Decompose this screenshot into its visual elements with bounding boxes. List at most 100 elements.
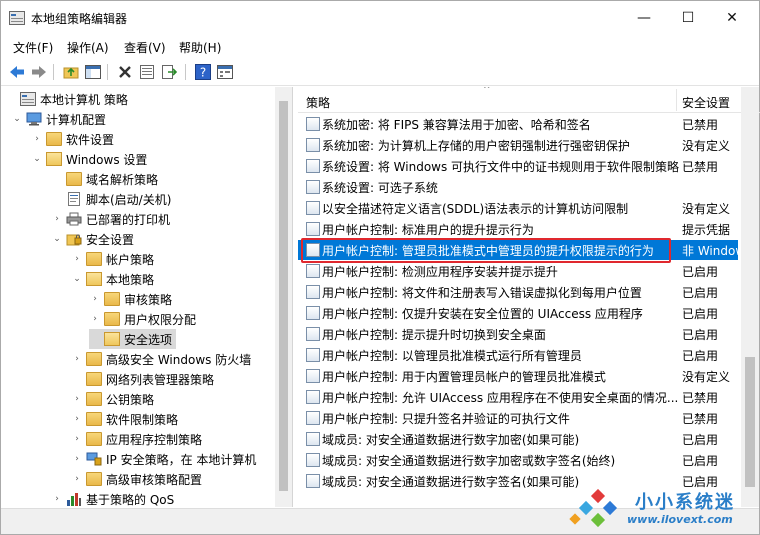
policy-name: 系统加密: 将 FIPS 兼容算法用于加密、哈希和签名 bbox=[322, 117, 591, 132]
table-row[interactable]: 系统设置: 将 Windows 可执行文件中的证书规则用于软件限制策略 已禁用 bbox=[298, 156, 738, 176]
back-icon[interactable] bbox=[7, 62, 27, 82]
policy-item-icon bbox=[306, 348, 320, 362]
table-row[interactable]: 系统设置: 可选子系统 bbox=[298, 177, 738, 197]
show-hide-tree-icon[interactable] bbox=[83, 62, 103, 82]
tree-expander[interactable]: › bbox=[71, 354, 83, 364]
policy-value: 已启用 bbox=[682, 453, 719, 468]
column-divider[interactable] bbox=[676, 89, 677, 111]
table-row[interactable]: 用户帐户控制: 检测应用程序安装并提示提升 已启用 bbox=[298, 261, 738, 281]
tree-expander[interactable]: ⌄ bbox=[11, 114, 23, 124]
table-row[interactable]: 用户帐户控制: 仅提升安装在安全位置的 UIAccess 应用程序 已启用 bbox=[298, 303, 738, 323]
minimize-button[interactable]: — bbox=[621, 1, 667, 35]
table-row[interactable]: 域成员: 对安全通道数据进行数字加密(如果可能) 已启用 bbox=[298, 429, 738, 449]
tree-item-network-list[interactable]: 网络列表管理器策略 bbox=[71, 369, 214, 389]
export-icon[interactable] bbox=[159, 62, 179, 82]
table-row[interactable]: 用户帐户控制: 提示提升时切换到安全桌面 已启用 bbox=[298, 324, 738, 344]
table-row[interactable]: 用户帐户控制: 只提升签名并验证的可执行文件 已禁用 bbox=[298, 408, 738, 428]
table-row[interactable]: 系统加密: 为计算机上存储的用户密钥强制进行强密钥保护 没有定义 bbox=[298, 135, 738, 155]
table-row[interactable]: 用户帐户控制: 标准用户的提升提示行为 提示凭据 bbox=[298, 219, 738, 239]
up-folder-icon[interactable] bbox=[61, 62, 81, 82]
tree-item-computer-config[interactable]: ⌄ 计算机配置 bbox=[11, 109, 106, 129]
tree-expander[interactable]: › bbox=[71, 434, 83, 444]
menu-file[interactable]: 文件(F) bbox=[13, 39, 53, 56]
tree-item-software-settings[interactable]: › 软件设置 bbox=[31, 129, 114, 149]
tree-expander[interactable]: › bbox=[71, 454, 83, 464]
folder-icon bbox=[86, 472, 102, 486]
table-row[interactable]: 以安全描述符定义语言(SDDL)语法表示的计算机访问限制 没有定义 bbox=[298, 198, 738, 218]
title-bar[interactable]: 本地组策略编辑器 — ☐ ✕ bbox=[1, 1, 759, 35]
delete-icon[interactable] bbox=[115, 62, 135, 82]
tree-expander[interactable]: › bbox=[51, 494, 63, 504]
column-header-policy[interactable]: 策略 bbox=[306, 94, 330, 111]
menu-action[interactable]: 操作(A) bbox=[67, 39, 109, 56]
tree-expander[interactable]: › bbox=[89, 294, 101, 304]
tree-item-label: 帐户策略 bbox=[106, 252, 155, 267]
folder-icon bbox=[104, 292, 120, 306]
policy-item-icon bbox=[306, 222, 320, 236]
tree-expander[interactable]: › bbox=[51, 214, 63, 224]
tree-item-label: 本地策略 bbox=[106, 272, 155, 287]
bar-chart-icon bbox=[66, 492, 82, 506]
menu-help[interactable]: 帮助(H) bbox=[179, 39, 221, 56]
menu-view[interactable]: 查看(V) bbox=[124, 39, 166, 56]
table-row[interactable]: 用户帐户控制: 允许 UIAccess 应用程序在不使用安全桌面的情况... 已禁… bbox=[298, 387, 738, 407]
tree-item-scripts[interactable]: 脚本(启动/关机) bbox=[51, 189, 171, 209]
policy-name: 域成员: 对安全通道数据进行数字加密(如果可能) bbox=[322, 432, 580, 447]
list-scrollbar[interactable] bbox=[741, 87, 759, 507]
table-row[interactable]: 域成员: 对安全通道数据进行数字加密或数字签名(始终) 已启用 bbox=[298, 450, 738, 470]
tree-item-firewall[interactable]: › 高级安全 Windows 防火墙 bbox=[71, 349, 251, 369]
tree-expander[interactable]: › bbox=[71, 254, 83, 264]
tree-item-windows-settings[interactable]: ⌄ Windows 设置 bbox=[31, 149, 147, 169]
policy-item-icon bbox=[306, 369, 320, 383]
computer-policy-icon bbox=[20, 92, 36, 106]
tree-expander[interactable]: ⌄ bbox=[51, 234, 63, 244]
tree-item-security-options[interactable]: 安全选项 bbox=[89, 329, 177, 349]
tree-expander[interactable]: › bbox=[71, 414, 83, 424]
view-icon[interactable] bbox=[215, 62, 235, 82]
tree-item-local-policies[interactable]: ⌄ 本地策略 bbox=[71, 269, 154, 289]
tree-item-app-control[interactable]: › 应用程序控制策略 bbox=[71, 429, 202, 449]
tree-item-public-key[interactable]: › 公钥策略 bbox=[71, 389, 154, 409]
tree-item-security-settings[interactable]: ⌄ 安全设置 bbox=[51, 229, 134, 249]
tree-expander[interactable]: › bbox=[31, 134, 43, 144]
tree-item-user-rights[interactable]: › 用户权限分配 bbox=[89, 309, 196, 329]
tree-expander[interactable]: ⌄ bbox=[71, 274, 83, 284]
policy-name: 用户帐户控制: 将文件和注册表写入错误虚拟化到每用户位置 bbox=[322, 285, 642, 300]
policy-list-pane: ^ 策略 安全设置 系统加密: 将 FIPS 兼容算法用于加密、哈希和签名 已禁用… bbox=[298, 87, 760, 507]
tree-expander[interactable]: ⌄ bbox=[31, 154, 43, 164]
tree-item-advanced-audit[interactable]: › 高级审核策略配置 bbox=[71, 469, 202, 489]
tree-item-deployed-printers[interactable]: › 已部署的打印机 bbox=[51, 209, 170, 229]
maximize-button[interactable]: ☐ bbox=[665, 1, 711, 35]
column-header-setting[interactable]: 安全设置 bbox=[682, 94, 730, 111]
tree-scrollbar-thumb[interactable] bbox=[279, 101, 288, 491]
policy-item-icon bbox=[306, 138, 320, 152]
tree-item-local-computer-policy[interactable]: 本地计算机 策略 bbox=[5, 89, 128, 109]
tree-expander[interactable]: › bbox=[71, 394, 83, 404]
tree-item-ip-security[interactable]: › IP 安全策略，在 本地计算机 bbox=[71, 449, 256, 469]
tree-item-account-policies[interactable]: › 帐户策略 bbox=[71, 249, 154, 269]
policy-item-icon bbox=[306, 201, 320, 215]
table-row[interactable]: 用户帐户控制: 以管理员批准模式运行所有管理员 已启用 bbox=[298, 345, 738, 365]
list-scrollbar-thumb[interactable] bbox=[745, 357, 755, 487]
table-row[interactable]: 用户帐户控制: 用于内置管理员帐户的管理员批准模式 没有定义 bbox=[298, 366, 738, 386]
help-icon[interactable]: ? bbox=[193, 62, 213, 82]
tree-item-qos[interactable]: › 基于策略的 QoS bbox=[51, 489, 174, 507]
policy-name: 用户帐户控制: 以管理员批准模式运行所有管理员 bbox=[322, 348, 582, 363]
folder-icon bbox=[86, 252, 102, 266]
close-button[interactable]: ✕ bbox=[709, 1, 755, 35]
tree-item-label: 域名解析策略 bbox=[86, 172, 159, 187]
tree-item-name-resolution[interactable]: 域名解析策略 bbox=[51, 169, 158, 189]
policy-item-icon bbox=[306, 180, 320, 194]
tree-scrollbar[interactable] bbox=[275, 87, 292, 507]
sort-caret-icon: ^ bbox=[483, 87, 491, 95]
tree-expander[interactable]: › bbox=[71, 474, 83, 484]
tree-item-software-restriction[interactable]: › 软件限制策略 bbox=[71, 409, 178, 429]
tree-item-audit-policy[interactable]: › 审核策略 bbox=[89, 289, 172, 309]
policy-value: 已启用 bbox=[682, 285, 719, 300]
table-row[interactable]: 用户帐户控制: 将文件和注册表写入错误虚拟化到每用户位置 已启用 bbox=[298, 282, 738, 302]
table-row[interactable]: 系统加密: 将 FIPS 兼容算法用于加密、哈希和签名 已禁用 bbox=[298, 114, 738, 134]
forward-icon[interactable] bbox=[29, 62, 49, 82]
tree-expander[interactable]: › bbox=[89, 314, 101, 324]
toolbar-separator bbox=[107, 64, 108, 80]
properties-icon[interactable] bbox=[137, 62, 157, 82]
